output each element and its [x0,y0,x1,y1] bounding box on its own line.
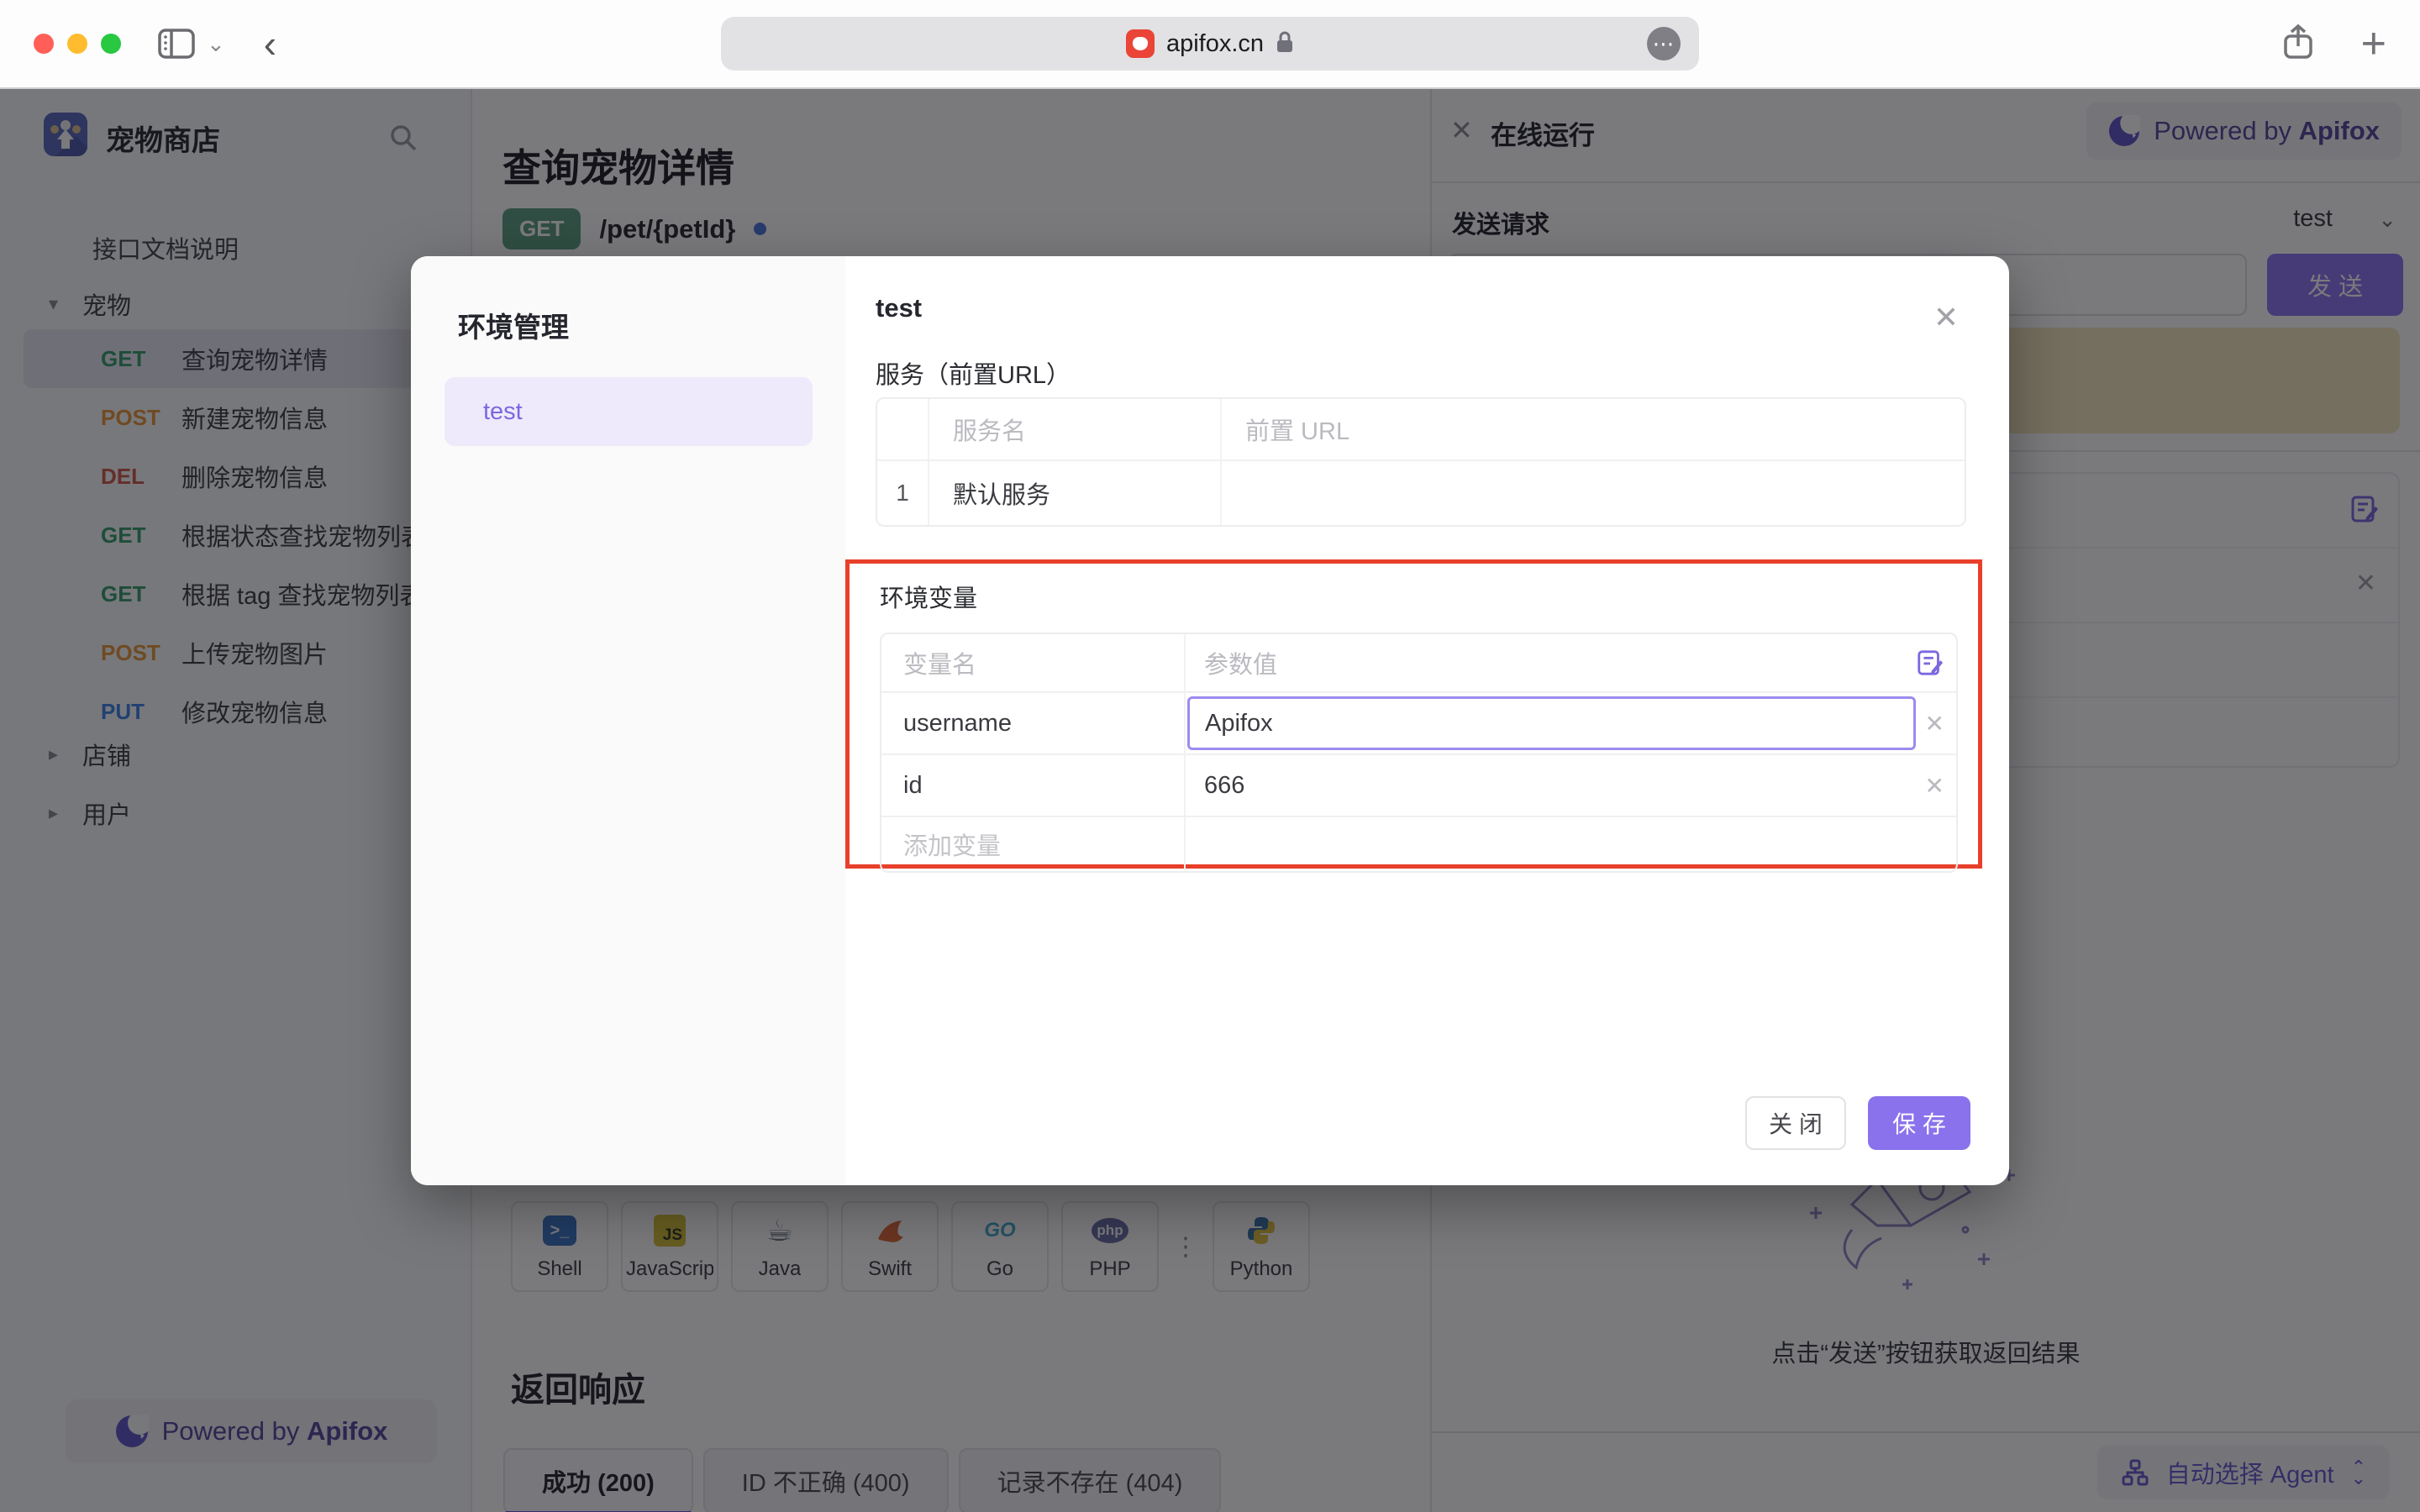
save-button[interactable]: 保 存 [1868,1096,1970,1150]
page: 宠物商店 接口文档说明 ▾ 宠物 GET 查询宠物详情 POST 新建宠物信息 [0,89,2420,1512]
browser-toolbar: ⌄ ‹ apifox.cn ⋯ + [0,0,2420,89]
highlighted-region: 环境变量 变量名 参数值 username Apifox [845,559,1982,869]
apifox-favicon [1126,29,1155,58]
window-controls [34,34,121,54]
sidebar-toggle-icon[interactable] [158,29,195,59]
env-var-value[interactable]: 666 [1186,755,1956,816]
env-var-value-input[interactable]: Apifox [1187,696,1916,750]
modal-detail: ✕ test 服务（前置URL） 服务名 前置 URL 1 默认服务 环境变量 [845,256,2009,1185]
env-detail-title: test [876,293,922,323]
env-var-row-id: id 666 ✕ [881,755,1956,817]
env-var-name[interactable]: id [881,755,1186,816]
remove-variable-icon[interactable]: ✕ [1925,755,1944,816]
modal-sidebar: 环境管理 test [411,256,845,1185]
close-window-button[interactable] [34,34,54,54]
services-label: 服务（前置URL） [876,355,1071,391]
add-variable-row: 添加变量 [881,817,1956,871]
close-button[interactable]: 关 闭 [1745,1096,1846,1150]
remove-variable-icon[interactable]: ✕ [1925,693,1944,753]
add-variable-input[interactable]: 添加变量 [881,817,1186,871]
share-icon[interactable] [2282,24,2314,65]
env-vars-table: 变量名 参数值 username Apifox ✕ i [880,633,1958,873]
env-vars-label: 环境变量 [880,579,1958,614]
env-list-item-test[interactable]: test [445,377,813,446]
new-tab-icon[interactable]: + [2361,22,2386,66]
back-button[interactable]: ‹ [264,24,276,63]
address-bar[interactable]: apifox.cn ⋯ [721,17,1699,71]
modal-title: 环境管理 [458,305,569,345]
bulk-edit-icon[interactable] [1916,634,1944,691]
env-var-row-username: username Apifox ✕ [881,693,1956,755]
environment-manager-modal: 环境管理 test ✕ test 服务（前置URL） 服务名 前置 URL 1 … [411,256,2009,1185]
add-variable-value-input[interactable] [1186,817,1956,871]
chevron-down-icon[interactable]: ⌄ [207,31,225,57]
lock-icon [1276,30,1294,58]
minimize-window-button[interactable] [67,34,87,54]
page-menu-icon[interactable]: ⋯ [1647,27,1681,60]
services-col-url: 前置 URL [1222,399,1965,459]
service-url-cell[interactable] [1222,461,1965,525]
services-col-name: 服务名 [929,399,1222,459]
env-col-value: 参数值 [1186,634,1956,691]
url-text: apifox.cn [1166,30,1264,58]
zoom-window-button[interactable] [101,34,121,54]
env-var-name[interactable]: username [881,693,1186,753]
close-icon[interactable]: ✕ [1933,300,1959,335]
table-row[interactable]: 1 默认服务 [877,461,1965,525]
env-col-name: 变量名 [881,634,1186,691]
services-table: 服务名 前置 URL 1 默认服务 [876,397,1966,527]
